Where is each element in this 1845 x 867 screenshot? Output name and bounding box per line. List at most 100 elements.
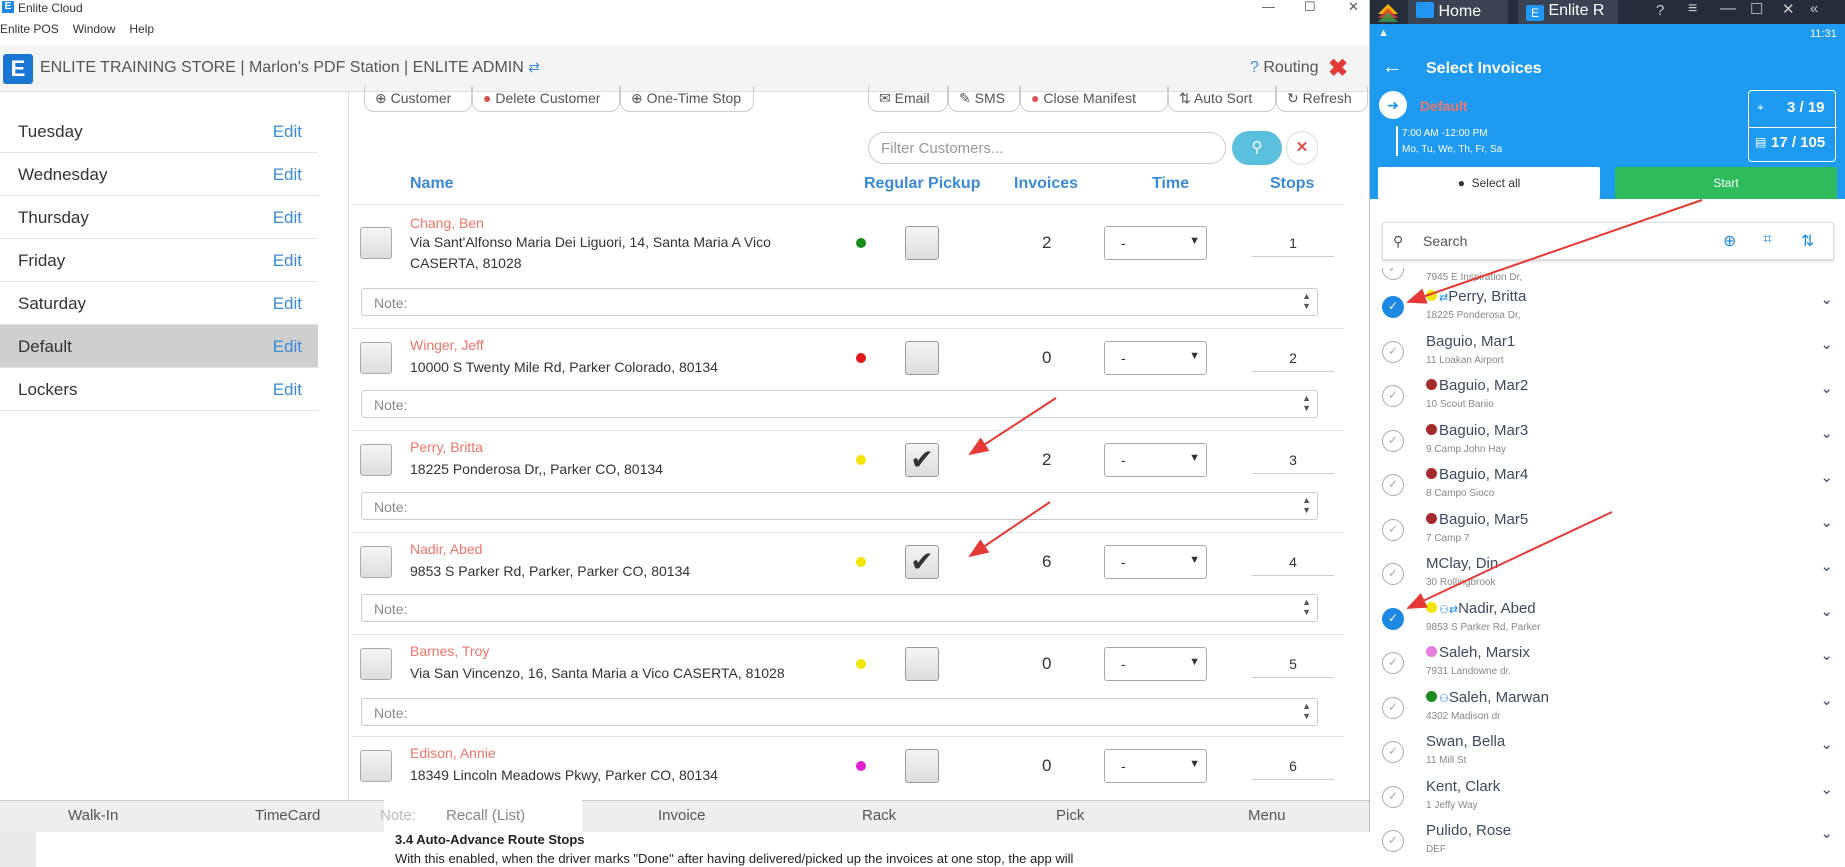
close-window-icon[interactable]: ✕: [1348, 0, 1359, 15]
chevron-down-icon[interactable]: ⌄: [1820, 379, 1833, 397]
unchecked-circle-icon[interactable]: ✓: [1382, 741, 1404, 763]
stop-number-input[interactable]: 5: [1252, 650, 1334, 678]
customer-name-link[interactable]: Winger, Jeff: [410, 337, 484, 353]
scan-qr-icon[interactable]: ⌗: [1763, 231, 1772, 249]
spinner-icon[interactable]: ▲ ▼: [1302, 393, 1311, 413]
tab-enlite-route[interactable]: E Enlite R: [1518, 0, 1618, 24]
route-day-saturday[interactable]: Saturday Edit: [0, 282, 318, 325]
table-row[interactable]: Edison, Annie 18349 Lincoln Meadows Pkwy,…: [352, 736, 1344, 794]
row-select-checkbox[interactable]: [360, 227, 392, 259]
regular-pickup-checkbox[interactable]: ✔: [905, 545, 939, 579]
checked-circle-icon[interactable]: ✓: [1382, 296, 1404, 318]
unchecked-circle-icon[interactable]: ✓: [1382, 429, 1404, 452]
chevron-down-icon[interactable]: ⌄: [1820, 290, 1833, 308]
route-day-lockers[interactable]: Lockers Edit: [0, 368, 318, 411]
stop-number-input[interactable]: 1: [1252, 229, 1334, 257]
table-row[interactable]: Perry, Britta 18225 Ponderosa Dr,, Parker…: [352, 430, 1344, 488]
stop-number-input[interactable]: 6: [1252, 752, 1334, 780]
time-select[interactable]: - ▼: [1104, 545, 1207, 579]
list-item[interactable]: ✓ MClay, Din 30 Rollingbrook ⌄: [1370, 551, 1845, 595]
time-select[interactable]: - ▼: [1104, 341, 1207, 375]
hamburger-icon[interactable]: ≡: [1688, 0, 1697, 18]
table-row[interactable]: Barnes, Troy Via San Vincenzo, 16, Santa …: [352, 634, 1344, 692]
delete-customer-button[interactable]: ● Delete Customer: [472, 86, 620, 112]
stop-number-input[interactable]: 3: [1252, 446, 1334, 474]
unchecked-circle-icon[interactable]: ✓: [1382, 652, 1404, 674]
customer-name-link[interactable]: Barnes, Troy: [410, 643, 489, 659]
minimize-emu-icon[interactable]: —: [1720, 0, 1736, 18]
filter-customers-input[interactable]: Filter Customers...: [868, 132, 1226, 164]
table-row[interactable]: Winger, Jeff 10000 S Twenty Mile Rd, Park…: [352, 328, 1344, 386]
minimize-icon[interactable]: —: [1262, 0, 1275, 14]
customer-name-link[interactable]: Nadir, Abed: [410, 541, 482, 557]
list-item[interactable]: ✓ Baguio, Mar5 7 Camp 7 ⌄: [1370, 507, 1845, 551]
list-item[interactable]: ✓ Baguio, Mar3 9 Camp John Hay ⌄: [1370, 418, 1845, 462]
customer-name-link[interactable]: Edison, Annie: [410, 745, 496, 761]
edit-link[interactable]: Edit: [273, 165, 302, 185]
header-invoices[interactable]: Invoices: [1014, 175, 1078, 193]
note-input[interactable]: Note: ▲ ▼: [361, 594, 1318, 622]
maximize-icon[interactable]: ☐: [1304, 0, 1316, 15]
edit-link[interactable]: Edit: [273, 294, 302, 314]
unchecked-circle-icon[interactable]: ✓: [1382, 696, 1404, 719]
header-name[interactable]: Name: [410, 175, 454, 193]
list-item[interactable]: ✓ Saleh, Marsix 7931 Landowne dr. ⌄: [1370, 640, 1845, 684]
regular-pickup-checkbox[interactable]: [905, 226, 939, 260]
table-row[interactable]: Chang, Ben Via Sant'Alfonso Maria Dei Lig…: [352, 204, 1344, 280]
customer-name-link[interactable]: Chang, Ben: [410, 215, 484, 231]
sort-icon[interactable]: ⇅: [1801, 231, 1814, 251]
select-all-button[interactable]: ● Select all: [1378, 167, 1600, 199]
chevron-down-icon[interactable]: ⌄: [1820, 824, 1833, 842]
unchecked-circle-icon[interactable]: ✓: [1382, 268, 1404, 280]
unchecked-circle-icon[interactable]: ✓: [1382, 340, 1404, 363]
time-select[interactable]: - ▼: [1104, 226, 1207, 260]
chevron-down-icon[interactable]: ⌄: [1820, 735, 1833, 753]
close-manifest-button[interactable]: ● Close Manifest: [1020, 86, 1168, 112]
translate-icon[interactable]: ⇄: [528, 59, 540, 75]
nav-invoice[interactable]: Invoice: [658, 807, 706, 824]
route-day-thursday[interactable]: Thursday Edit: [0, 196, 318, 239]
nav-menu[interactable]: Menu: [1248, 807, 1286, 824]
one-time-stop-button[interactable]: ⊕ One-Time Stop: [620, 86, 754, 112]
list-item[interactable]: ✓ ⚇Saleh, Marwan 4302 Madison dr ⌄: [1370, 685, 1845, 729]
list-item[interactable]: ✓ Swan, Bella 11 Mill St ⌄: [1370, 729, 1845, 773]
add-person-icon[interactable]: ⊕: [1723, 231, 1736, 251]
regular-pickup-checkbox[interactable]: [905, 647, 939, 681]
unchecked-circle-icon[interactable]: ✓: [1382, 563, 1404, 585]
route-day-friday[interactable]: Friday Edit: [0, 239, 318, 282]
email-button[interactable]: ✉ Email: [868, 86, 948, 112]
note-input[interactable]: Note: ▲ ▼: [361, 390, 1318, 418]
unchecked-circle-icon[interactable]: ✓: [1382, 474, 1404, 496]
row-select-checkbox[interactable]: [360, 444, 392, 476]
search-input[interactable]: Search: [1423, 233, 1467, 249]
row-select-checkbox[interactable]: [360, 648, 392, 680]
spinner-icon[interactable]: ▲ ▼: [1302, 495, 1311, 515]
note-input[interactable]: Note: ▲ ▼: [361, 288, 1318, 316]
spinner-icon[interactable]: ▲ ▼: [1302, 597, 1311, 617]
sms-button[interactable]: ✎ SMS: [948, 86, 1020, 112]
list-item[interactable]: ✓ Baguio, Mar2 10 Scout Bariio ⌄: [1370, 373, 1845, 417]
nav-timecard[interactable]: TimeCard: [255, 807, 320, 824]
checked-circle-icon[interactable]: ✓: [1382, 607, 1404, 630]
unchecked-circle-icon[interactable]: ✓: [1382, 385, 1404, 407]
tab-home[interactable]: Home: [1408, 0, 1508, 24]
close-routing-icon[interactable]: ✖: [1328, 54, 1348, 83]
chevron-down-icon[interactable]: ⌄: [1820, 335, 1833, 353]
chevron-down-icon[interactable]: ⌄: [1820, 424, 1833, 442]
header-time[interactable]: Time: [1152, 175, 1189, 193]
note-input[interactable]: Note: ▲ ▼: [361, 492, 1318, 520]
menu-help[interactable]: Help: [129, 22, 154, 36]
maximize-emu-icon[interactable]: ☐: [1750, 0, 1763, 18]
edit-link[interactable]: Edit: [273, 122, 302, 142]
chevron-down-icon[interactable]: ⌄: [1820, 602, 1833, 620]
regular-pickup-checkbox[interactable]: [905, 749, 939, 783]
list-item[interactable]: ✓ Kent, Clark 1 Jeffy Way ⌄: [1370, 774, 1845, 818]
unchecked-circle-icon[interactable]: ✓: [1382, 830, 1404, 852]
regular-pickup-checkbox[interactable]: [905, 341, 939, 375]
header-regular-pickup[interactable]: Regular Pickup: [864, 175, 980, 193]
row-select-checkbox[interactable]: [360, 750, 392, 782]
chevron-down-icon[interactable]: ⌄: [1820, 557, 1833, 575]
note-input[interactable]: Note: ▲ ▼: [361, 698, 1318, 726]
routing-link[interactable]: ? Routing: [1250, 59, 1319, 77]
edit-link[interactable]: Edit: [273, 208, 302, 228]
